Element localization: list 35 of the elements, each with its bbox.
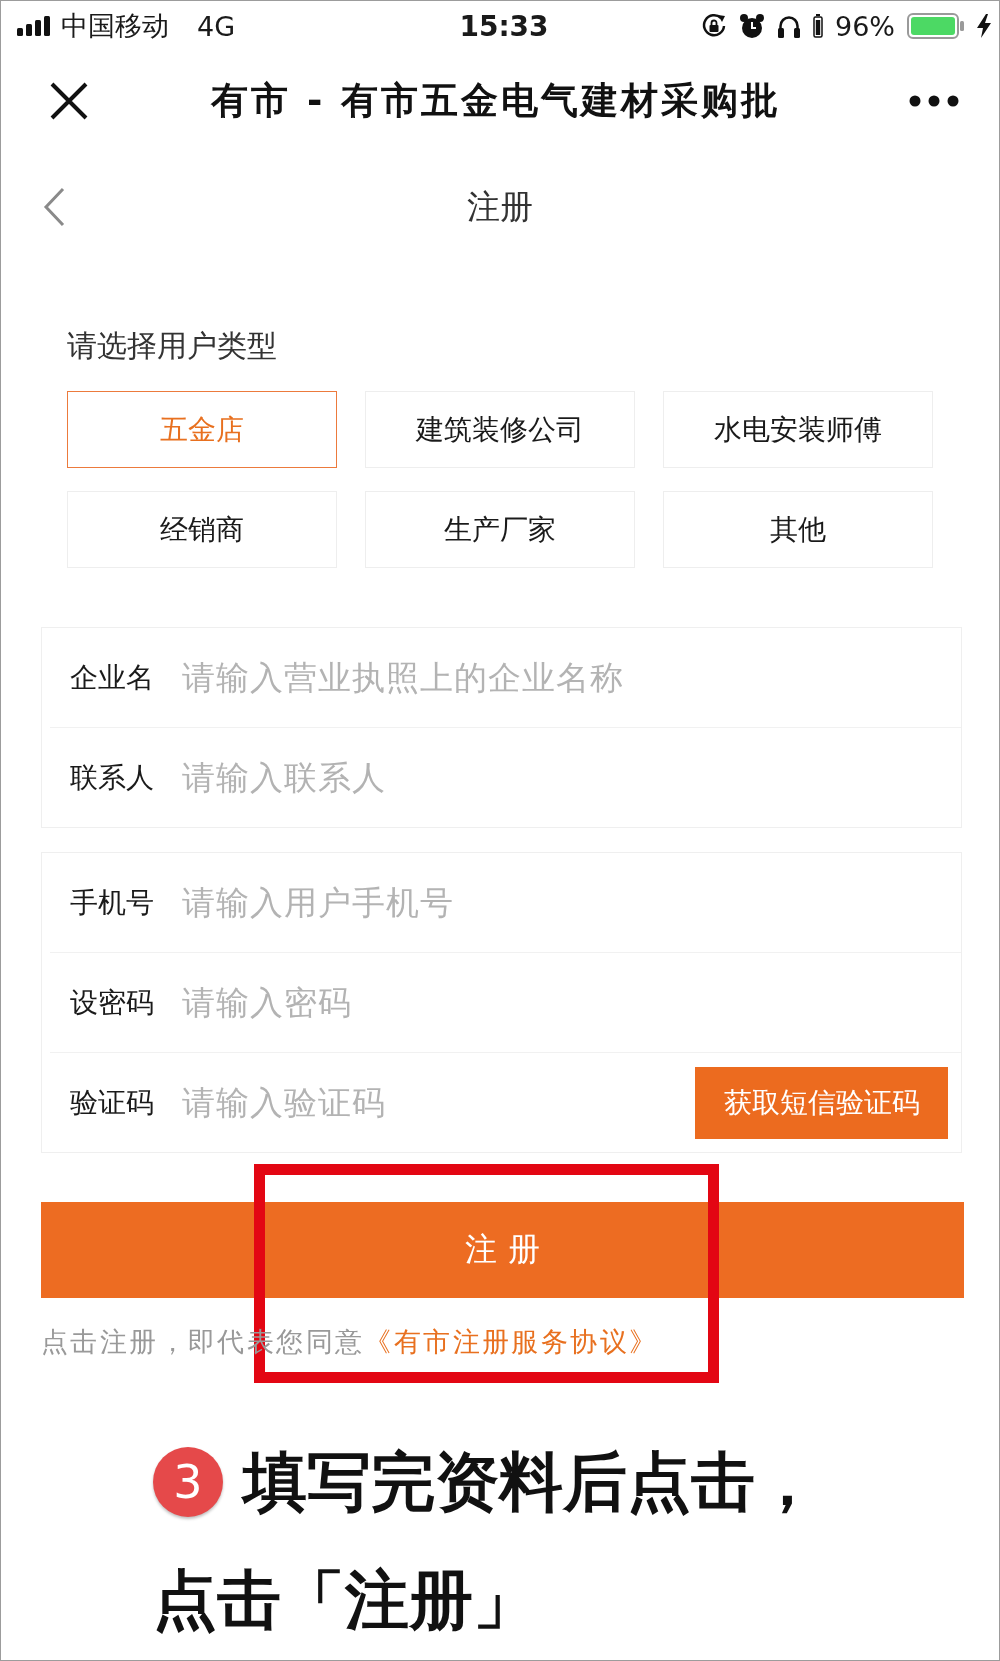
battery-percent: 96% xyxy=(835,10,895,42)
headphones-icon xyxy=(777,14,801,38)
clock-time: 15:33 xyxy=(459,9,549,43)
alarm-icon xyxy=(739,13,765,39)
input-field[interactable]: 请输入营业执照上的企业名称 xyxy=(182,652,948,703)
more-icon[interactable] xyxy=(909,95,959,107)
instruction-text: 点击「注册」 xyxy=(153,1564,537,1636)
user-type-option[interactable]: 水电安装师傅 xyxy=(663,391,933,468)
page-title: 注册 xyxy=(467,185,533,228)
small-battery-icon xyxy=(813,14,823,38)
user-type-prompt: 请选择用户类型 xyxy=(67,327,277,365)
input-field[interactable]: 请输入联系人 xyxy=(182,752,948,803)
input-field[interactable]: 请输入用户手机号 xyxy=(182,877,948,928)
carrier-name: 中国移动 xyxy=(61,9,169,43)
network-type: 4G xyxy=(197,10,236,42)
user-type-option[interactable]: 其他 xyxy=(663,491,933,568)
field-label: 验证码 xyxy=(70,1084,155,1121)
field-label: 设密码 xyxy=(70,984,155,1021)
rotation-lock-icon xyxy=(701,13,727,39)
window-title: 有市 - 有市五金电气建材采购批 xyxy=(211,78,782,124)
charging-bolt-icon xyxy=(977,14,991,38)
user-type-option[interactable]: 经销商 xyxy=(67,491,337,568)
input-field[interactable]: 请输入密码 xyxy=(182,977,948,1028)
step-badge: 3 xyxy=(153,1447,223,1517)
user-type-option[interactable]: 生产厂家 xyxy=(365,491,635,568)
user-type-option[interactable]: 建筑装修公司 xyxy=(365,391,635,468)
signal-icon xyxy=(17,16,51,36)
battery-icon xyxy=(907,13,965,39)
field-label: 手机号 xyxy=(70,884,155,921)
instruction-text: 填写完资料后点击， xyxy=(243,1446,819,1518)
field-label: 企业名 xyxy=(70,659,155,696)
field-label: 联系人 xyxy=(70,759,155,796)
back-icon[interactable] xyxy=(43,187,65,227)
close-icon[interactable] xyxy=(49,81,89,121)
input-field[interactable]: 请输入验证码 xyxy=(182,1077,695,1128)
